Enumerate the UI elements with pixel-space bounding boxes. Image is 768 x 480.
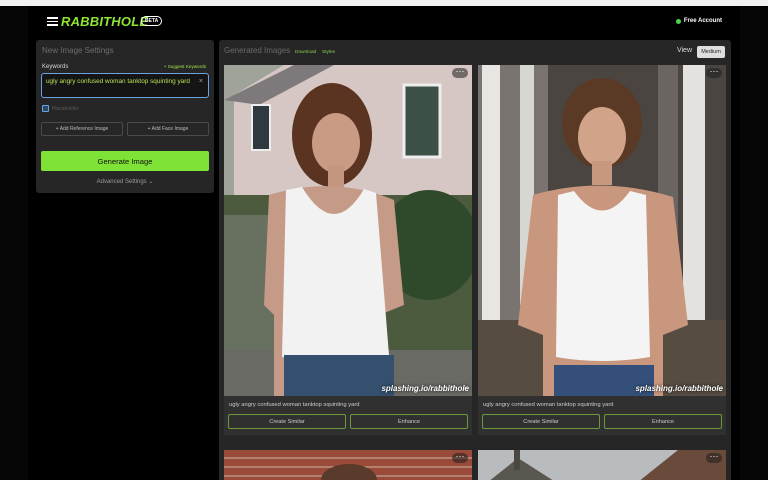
- navbar: RABBITHOLE BETA Free Account: [28, 6, 740, 38]
- image-caption: ugly angry confused woman tanktop squint…: [229, 402, 360, 408]
- more-options-icon[interactable]: ···: [452, 452, 468, 463]
- view-size-select[interactable]: Medium: [697, 46, 725, 58]
- placeholder-checkbox[interactable]: Placeholder: [42, 105, 78, 112]
- create-similar-button[interactable]: Create Similar: [482, 414, 600, 429]
- results-title: Generated Images: [224, 46, 291, 55]
- view-label: View: [676, 47, 692, 54]
- image-card: ··· splashing.io/rabbithole ugly angry c…: [224, 65, 472, 435]
- menu-icon[interactable]: [47, 17, 58, 26]
- watermark: splashing.io/rabbithole: [635, 384, 723, 393]
- clear-icon[interactable]: ×: [199, 78, 203, 86]
- image-card: ··· splashing.io/rabbithole ugly angry c…: [478, 65, 726, 435]
- generated-image[interactable]: [224, 65, 472, 396]
- beta-badge: BETA: [141, 16, 163, 26]
- generated-image[interactable]: [224, 450, 472, 480]
- styles-link[interactable]: Styles: [322, 50, 335, 55]
- enhance-button[interactable]: Enhance: [350, 414, 468, 429]
- image-card: ···: [478, 450, 726, 480]
- checkbox-icon[interactable]: [42, 105, 49, 112]
- watermark: splashing.io/rabbithole: [381, 384, 469, 393]
- keywords-input[interactable]: ugly angry confused woman tanktop squint…: [41, 73, 209, 98]
- right-margin: [740, 6, 768, 480]
- more-options-icon[interactable]: ···: [706, 67, 722, 78]
- left-margin: [0, 6, 28, 480]
- account-label: Free Account: [683, 18, 722, 24]
- enhance-button[interactable]: Enhance: [604, 414, 722, 429]
- image-settings-panel: New Image Settings Keywords + Suggest Ke…: [36, 40, 214, 193]
- status-dot-icon: [675, 18, 681, 24]
- download-link[interactable]: Download: [295, 50, 316, 55]
- keywords-label: Keywords: [42, 64, 69, 70]
- settings-title: New Image Settings: [42, 46, 114, 55]
- image-card: ···: [224, 450, 472, 480]
- image-caption: ugly angry confused woman tanktop squint…: [483, 402, 614, 408]
- suggest-keywords-link[interactable]: + Suggest Keywords: [164, 64, 206, 69]
- add-face-image-button[interactable]: + Add Face Image: [127, 122, 209, 136]
- generated-image[interactable]: [478, 65, 726, 396]
- generated-image[interactable]: [478, 450, 726, 480]
- account-status[interactable]: Free Account: [675, 18, 722, 24]
- keywords-value: ugly angry confused woman tanktop squint…: [46, 78, 190, 85]
- more-options-icon[interactable]: ···: [706, 452, 722, 463]
- add-reference-image-button[interactable]: + Add Reference Image: [41, 122, 123, 136]
- create-similar-button[interactable]: Create Similar: [228, 414, 346, 429]
- logo[interactable]: RABBITHOLE: [61, 14, 148, 29]
- generate-image-button[interactable]: Generate Image: [41, 151, 209, 171]
- more-options-icon[interactable]: ···: [452, 67, 468, 78]
- checkbox-label: Placeholder: [52, 105, 79, 112]
- advanced-settings-toggle[interactable]: Advanced Settings ⌄: [36, 178, 214, 185]
- generated-images-panel: Generated Images Download Styles View Me…: [219, 40, 731, 480]
